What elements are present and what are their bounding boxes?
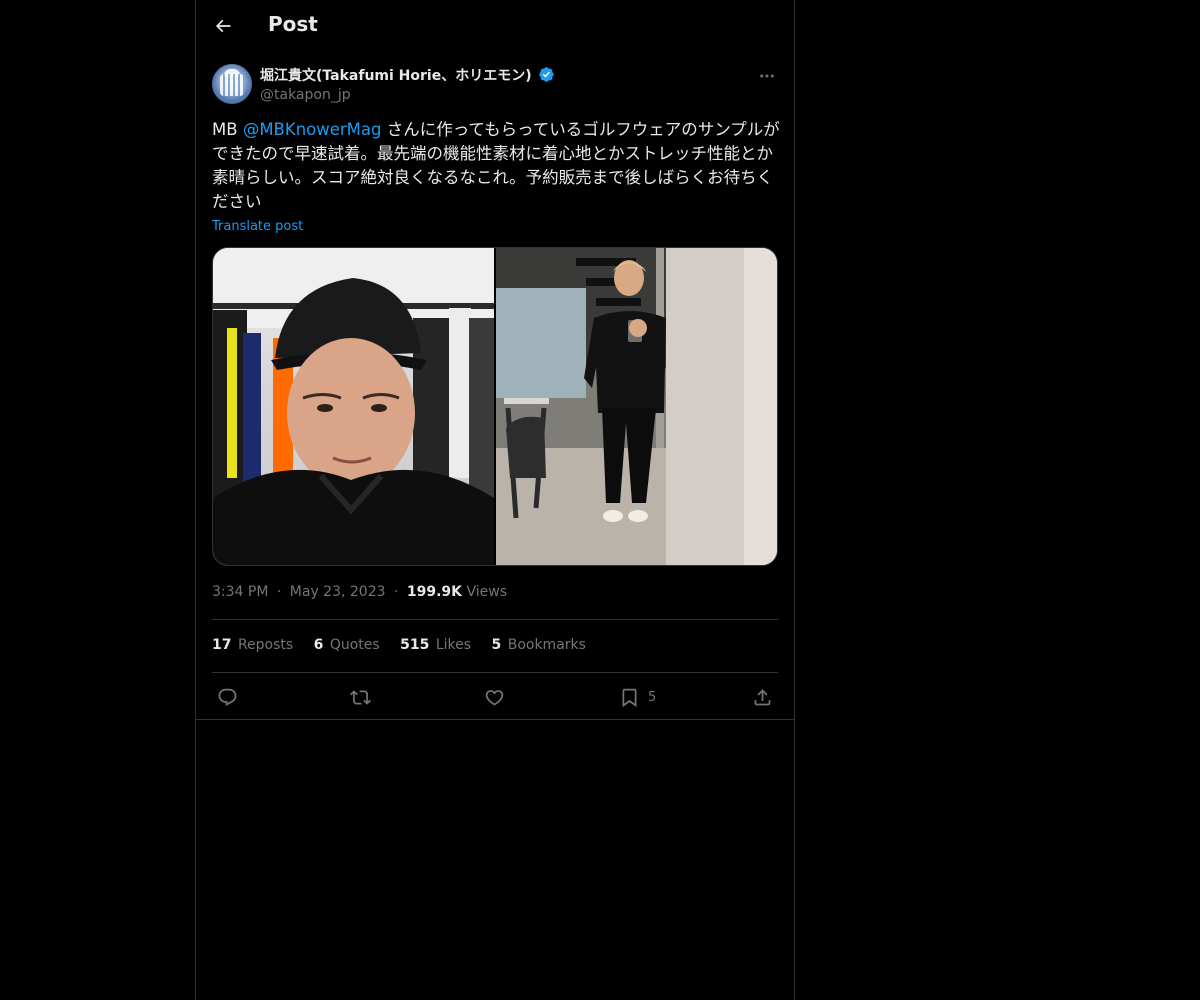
stat-quotes[interactable]: 6 Quotes: [314, 637, 380, 653]
author-display-name[interactable]: 堀江貴文(Takafumi Horie、ホリエモン): [260, 65, 532, 85]
views-count: 199.9K: [406, 584, 463, 600]
author-handle[interactable]: @takapon_jp: [260, 87, 351, 103]
meta-separator-2: ·: [393, 584, 399, 600]
media-grid: [212, 247, 778, 566]
views-label: Views: [466, 584, 508, 600]
photo-selfie-illustration: [213, 248, 494, 565]
bookmark-action-count: 5: [648, 689, 657, 705]
stat-bookmarks[interactable]: 5 Bookmarks: [492, 637, 586, 653]
bookmarks-label: Bookmarks: [507, 637, 586, 653]
back-arrow-icon: [215, 19, 231, 33]
photo-mirror-illustration: [496, 248, 777, 565]
avatar-emblem: [220, 74, 244, 96]
share-button[interactable]: [752, 684, 773, 710]
share-icon: [754, 688, 771, 705]
divider-top: [212, 619, 778, 620]
quotes-label: Quotes: [329, 637, 380, 653]
stat-reposts[interactable]: 17 Reposts: [212, 637, 293, 653]
like-icon: [485, 689, 504, 706]
stat-likes[interactable]: 515 Likes: [400, 637, 471, 653]
post-date[interactable]: May 23, 2023: [290, 584, 386, 600]
photo-mirror[interactable]: [496, 248, 777, 565]
translate-post-link[interactable]: Translate post: [212, 219, 303, 234]
tweet-text: MB @MBKnowerMag さんに作ってもらっているゴルフウェアのサンプルが…: [212, 118, 780, 214]
post-meta: 3:34 PM · May 23, 2023 · 199.9K Views: [212, 584, 507, 600]
action-bar: 5: [196, 684, 794, 712]
meta-separator: ·: [276, 584, 282, 600]
mention-link[interactable]: @MBKnowerMag: [243, 120, 382, 139]
divider-middle: [212, 672, 778, 673]
likes-count: 515: [400, 637, 430, 653]
tweet-text-prefix: MB: [212, 120, 243, 139]
reply-button[interactable]: [217, 684, 238, 710]
quotes-count: 6: [313, 637, 324, 653]
verified-badge-icon: [539, 67, 554, 82]
top-bar: Post: [196, 0, 794, 54]
more-icon: [760, 74, 774, 78]
avatar[interactable]: [212, 64, 252, 104]
reposts-count: 17: [212, 637, 232, 653]
post-column: Post 堀江貴文(Takafumi Horie、ホリエモン) @takapon…: [195, 0, 795, 1000]
photo-selfie[interactable]: [213, 248, 494, 565]
engagement-stats: 17 Reposts 6 Quotes 515 Likes 5 Bookmark…: [212, 637, 602, 653]
likes-label: Likes: [435, 637, 472, 653]
page-title: Post: [268, 12, 318, 36]
like-button[interactable]: [484, 684, 505, 710]
bookmark-icon: [622, 688, 637, 707]
repost-icon: [350, 689, 371, 705]
repost-button[interactable]: [350, 684, 371, 710]
bookmark-button[interactable]: 5: [619, 684, 656, 710]
back-button[interactable]: [206, 9, 240, 43]
bookmarks-count: 5: [491, 637, 502, 653]
more-button[interactable]: [756, 65, 778, 87]
post-time[interactable]: 3:34 PM: [212, 584, 268, 600]
divider-bottom: [196, 719, 794, 720]
reply-icon: [218, 688, 237, 706]
reposts-label: Reposts: [237, 637, 294, 653]
